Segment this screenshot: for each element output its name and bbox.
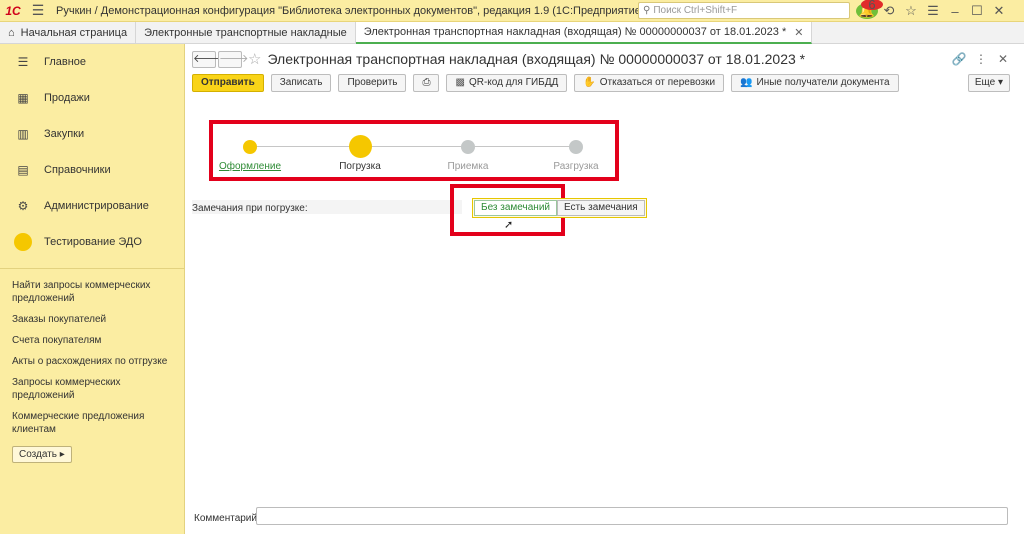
option-no-remarks[interactable]: Без замечаний	[474, 200, 557, 216]
form-header: 🡐 🡒 ☆ Электронная транспортная накладная…	[192, 50, 805, 68]
mouse-cursor-icon: ➚	[504, 219, 514, 231]
circle-icon	[14, 233, 32, 251]
sidebar-item-label: Администрирование	[44, 200, 149, 212]
search-icon: ⚲	[643, 5, 651, 16]
maximize-icon[interactable]: ☐	[966, 3, 988, 19]
stepper-line	[251, 146, 577, 147]
catalog-icon: ▤	[17, 163, 29, 177]
qr-icon: ▩	[455, 77, 465, 88]
print-button[interactable]: ⎙	[413, 74, 440, 92]
sidebar-item-admin[interactable]: ⚙ Администрирование	[0, 188, 184, 224]
sidebar-item-label: Справочники	[44, 164, 111, 176]
search-placeholder: Поиск Ctrl+Shift+F	[653, 5, 738, 16]
minimize-icon[interactable]: –	[944, 4, 966, 19]
form-header-actions: 🔗 ⋮ ✕	[948, 52, 1014, 66]
create-button[interactable]: Создать ▸	[12, 446, 72, 463]
sidebar-link[interactable]: Запросы коммерческих предложений	[0, 372, 184, 406]
recipients-label: Иные получатели документа	[756, 77, 890, 88]
sidebar-item-label: Главное	[44, 56, 87, 68]
global-search-input[interactable]: ⚲ Поиск Ctrl+Shift+F	[638, 2, 850, 19]
send-button[interactable]: Отправить	[192, 74, 264, 92]
users-icon: 👥	[740, 77, 753, 88]
tab-label: Электронная транспортная накладная (вход…	[363, 26, 787, 38]
more-button[interactable]: Еще ▾	[967, 74, 1010, 92]
more-label: Еще	[974, 77, 996, 88]
command-bar: Отправить Записать Проверить ⎙ ▩ QR-код д…	[192, 74, 906, 92]
warehouse-icon: ▥	[17, 127, 29, 141]
tab-bar: ⌂ Начальная страница Электронные транспо…	[0, 22, 1024, 44]
save-button[interactable]: Записать	[270, 74, 332, 92]
qr-button[interactable]: ▩ QR-код для ГИБДД	[446, 74, 568, 92]
favorite-star-icon[interactable]: ☆	[248, 50, 261, 68]
sidebar-item-label: Закупки	[44, 128, 85, 140]
step-label-current: Погрузка	[339, 161, 381, 172]
remarks-label: Замечания при погрузке:	[192, 203, 308, 214]
menu-lines-icon: ☰	[17, 55, 29, 69]
sidebar-item-label: Тестирование ЭДО	[44, 236, 142, 248]
sidebar-link[interactable]: Найти запросы коммерческих предложений	[0, 275, 184, 309]
step-dot-current	[349, 135, 372, 158]
sidebar-divider	[0, 268, 184, 269]
notifications-button[interactable]: 🔔 6	[856, 0, 883, 19]
refuse-transport-button[interactable]: ✋ Отказаться от перевозки	[574, 74, 725, 92]
check-button[interactable]: Проверить	[338, 74, 407, 92]
refuse-icon: ✋	[583, 77, 596, 88]
tab-label: Начальная страница	[20, 27, 128, 39]
step-dot-pending	[569, 140, 583, 154]
close-tab-icon[interactable]: ✕	[794, 26, 803, 39]
step-label-pending: Приемка	[447, 161, 489, 172]
other-recipients-button[interactable]: 👥 Иные получатели документа	[731, 74, 899, 92]
main-menu-icon[interactable]: ☰	[26, 2, 50, 19]
bell-icon: 🔔 6	[856, 0, 883, 19]
document-form: 🡐 🡒 ☆ Электронная транспортная накладная…	[186, 44, 1024, 534]
menu-lines-icon[interactable]: ☰	[922, 3, 944, 19]
sidebar-item-catalogs[interactable]: ▤ Справочники	[0, 152, 184, 188]
more-vertical-icon[interactable]: ⋮	[970, 52, 992, 66]
app-logo: 1С	[5, 3, 21, 18]
step-dot-done	[243, 140, 257, 154]
option-has-remarks[interactable]: Есть замечания	[556, 200, 645, 216]
sidebar-link[interactable]: Счета покупателям	[0, 330, 184, 351]
link-icon[interactable]: 🔗	[948, 52, 970, 66]
qr-label: QR-код для ГИБДД	[468, 77, 559, 88]
tab-waybill-document[interactable]: Электронная транспортная накладная (вход…	[355, 22, 813, 44]
remarks-toggle: Без замечаний Есть замечания	[472, 198, 647, 218]
tab-home[interactable]: ⌂ Начальная страница	[0, 22, 137, 44]
forward-button[interactable]: 🡒	[218, 50, 249, 68]
step-label-pending: Разгрузка	[553, 161, 599, 172]
shop-icon: ▦	[17, 91, 29, 105]
sidebar-item-sales[interactable]: ▦ Продажи	[0, 80, 184, 116]
home-icon: ⌂	[8, 27, 15, 39]
status-stepper-highlight: Оформление Погрузка Приемка Разгрузка	[209, 120, 619, 181]
sidebar: ☰ Главное ▦ Продажи ▥ Закупки ▤ Справочники …	[0, 44, 185, 534]
step-dot-pending	[461, 140, 475, 154]
sidebar-link[interactable]: Заказы покупателей	[0, 309, 184, 330]
titlebar-toolbar: 🔔 6 ⟲ ☆ ☰ – ☐ ✕	[856, 0, 1010, 22]
step-label-done[interactable]: Оформление	[219, 161, 281, 172]
refuse-label: Отказаться от перевозки	[599, 77, 716, 88]
title-bar: 1С ☰ Ручкин / Демонстрационная конфигура…	[0, 0, 1024, 22]
tab-label: Электронные транспортные накладные	[144, 27, 347, 39]
favorites-icon[interactable]: ☆	[900, 3, 922, 19]
close-window-icon[interactable]: ✕	[988, 3, 1010, 19]
document-title: Электронная транспортная накладная (вход…	[267, 51, 806, 67]
back-button[interactable]: 🡐	[192, 50, 223, 68]
comment-label: Комментарий:	[194, 513, 260, 524]
chevron-down-icon: ▾	[997, 77, 1003, 88]
sidebar-item-purchases[interactable]: ▥ Закупки	[0, 116, 184, 152]
sidebar-item-label: Продажи	[44, 92, 90, 104]
sidebar-link[interactable]: Коммерческие предложения клиентам	[0, 406, 184, 440]
tab-waybills-list[interactable]: Электронные транспортные накладные	[136, 22, 356, 44]
sidebar-item-edo-testing[interactable]: Тестирование ЭДО	[0, 224, 184, 260]
close-form-icon[interactable]: ✕	[992, 52, 1014, 66]
create-label: Создать	[19, 449, 58, 460]
sidebar-item-main[interactable]: ☰ Главное	[0, 44, 184, 80]
window-title: Ручкин / Демонстрационная конфигурация "…	[56, 4, 645, 17]
triangle-right-icon: ▸	[59, 449, 65, 460]
gear-icon: ⚙	[17, 199, 29, 213]
sidebar-link[interactable]: Акты о расхождениях по отгрузке	[0, 351, 184, 372]
printer-icon: ⎙	[422, 77, 431, 88]
comment-field[interactable]	[256, 507, 1008, 525]
